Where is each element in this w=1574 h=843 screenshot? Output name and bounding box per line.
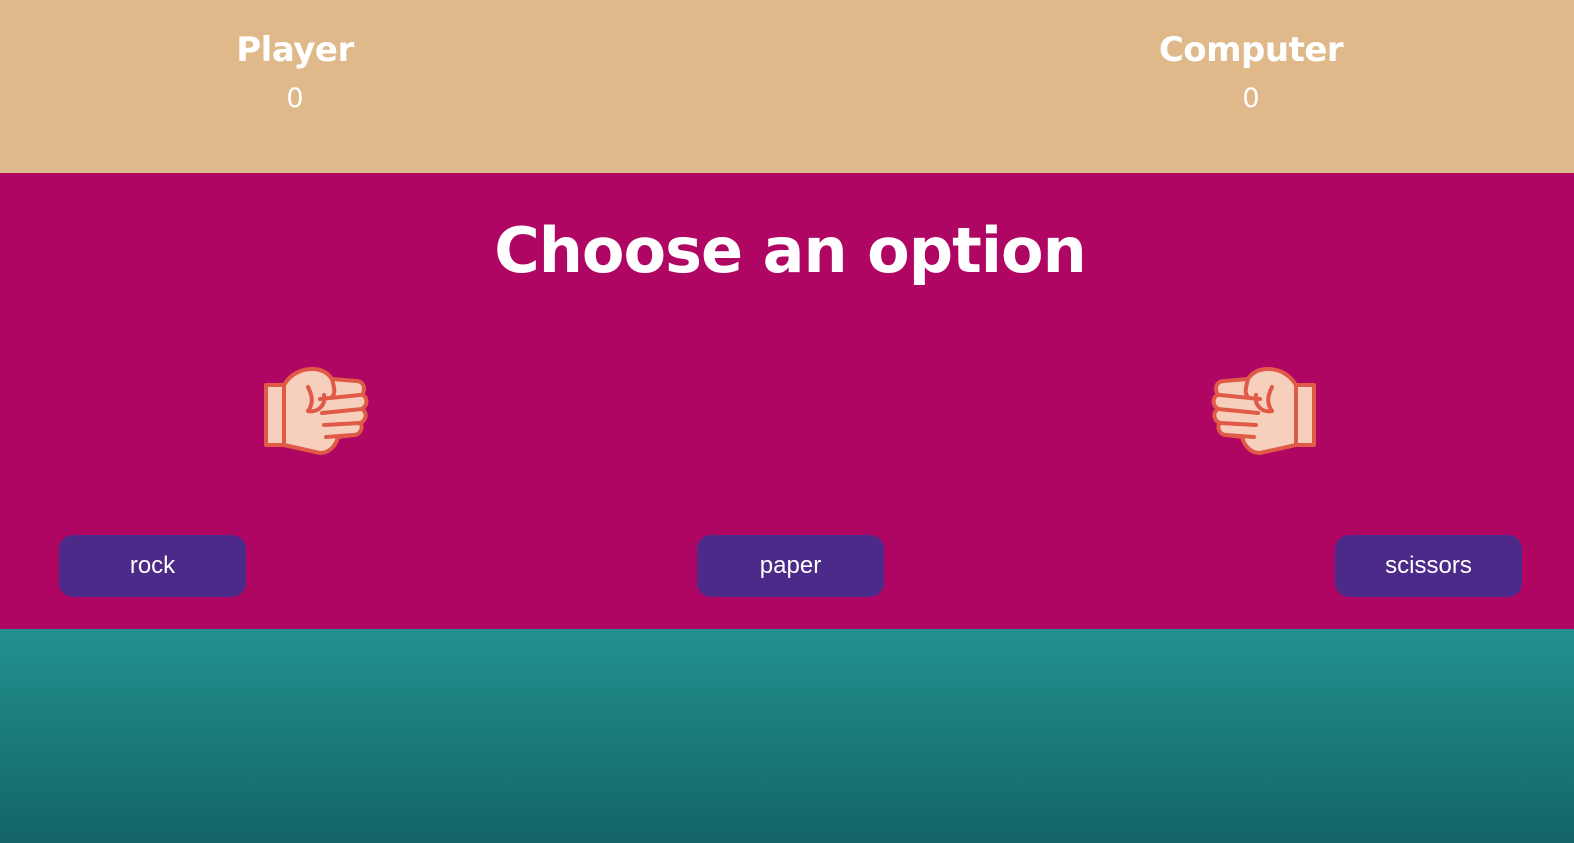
player-label: Player xyxy=(236,30,354,70)
fist-icon xyxy=(264,367,369,455)
computer-score-panel: Computer 0 xyxy=(1101,26,1401,114)
footer-band xyxy=(0,629,1574,843)
choose-option-heading: Choose an option xyxy=(494,214,1087,287)
scoreboard: Player 0 Computer 0 xyxy=(0,0,1574,173)
game-arena: Choose an option rock paper scissors xyxy=(0,173,1574,629)
player-score: 0 xyxy=(286,83,304,114)
computer-fist-icon xyxy=(1210,365,1320,461)
scissors-button[interactable]: scissors xyxy=(1335,535,1522,597)
paper-button[interactable]: paper xyxy=(697,535,884,597)
player-fist-icon xyxy=(260,365,370,461)
player-score-panel: Player 0 xyxy=(145,26,445,114)
computer-score: 0 xyxy=(1242,83,1260,114)
fist-icon xyxy=(1211,367,1316,455)
computer-label: Computer xyxy=(1158,30,1344,70)
rock-button[interactable]: rock xyxy=(59,535,246,597)
